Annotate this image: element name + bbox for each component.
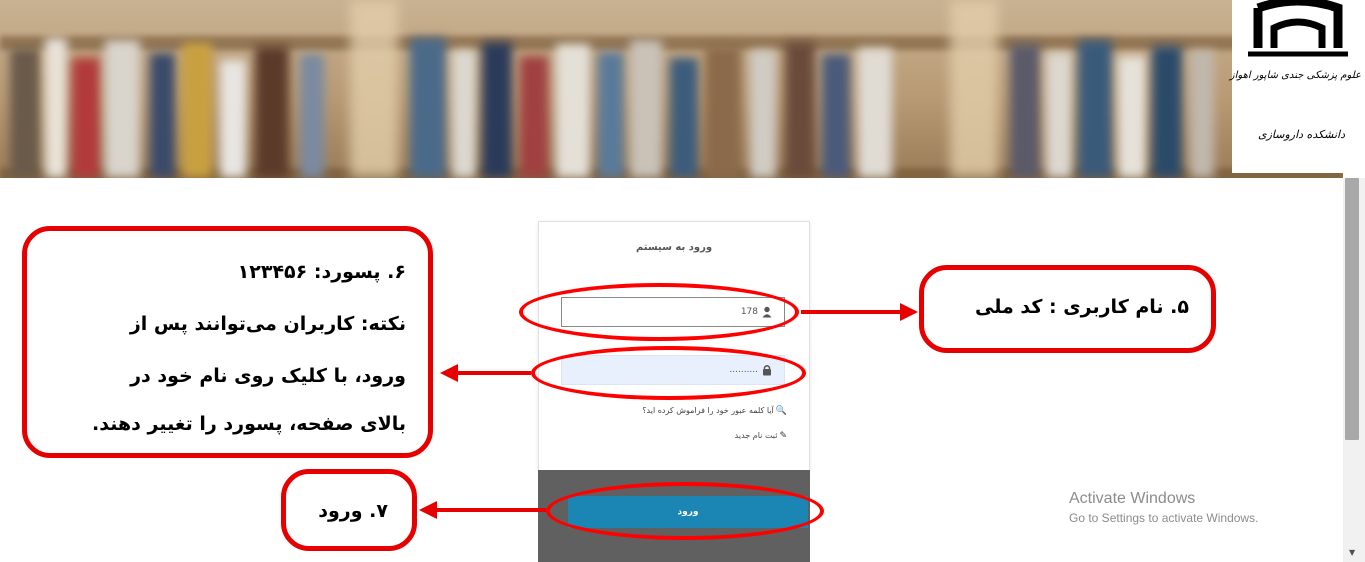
book bbox=[858, 48, 892, 178]
university-logo: علوم پزشکی جندی شاپور اهواز دانشکده دارو… bbox=[1229, 0, 1365, 173]
book bbox=[150, 53, 175, 178]
building-emblem-icon bbox=[1248, 0, 1348, 57]
activate-windows-watermark: Activate Windows Go to Settings to activ… bbox=[1069, 490, 1258, 525]
book bbox=[822, 54, 850, 178]
book bbox=[1078, 40, 1112, 178]
book bbox=[750, 50, 776, 178]
book bbox=[520, 56, 548, 178]
book bbox=[45, 38, 67, 178]
book bbox=[556, 44, 590, 178]
key-search-icon: 🔍 bbox=[775, 406, 787, 416]
book bbox=[255, 46, 289, 178]
login-title: ورود به سیستم bbox=[635, 242, 713, 253]
scroll-down-arrow-icon[interactable]: ▼ bbox=[1349, 548, 1355, 557]
book bbox=[1152, 46, 1182, 178]
book bbox=[220, 60, 246, 178]
logo-faculty-name: دانشکده داروسازی bbox=[1257, 128, 1345, 141]
password-highlight-ellipse bbox=[531, 346, 806, 400]
book bbox=[630, 40, 662, 178]
book bbox=[785, 42, 815, 178]
password-note-line: ۶. پسورد: ۱۲۳۴۵۶ bbox=[237, 261, 406, 283]
book bbox=[1010, 44, 1040, 178]
book bbox=[705, 46, 741, 178]
username-highlight-ellipse bbox=[519, 283, 799, 341]
activate-windows-title: Activate Windows bbox=[1069, 490, 1196, 507]
login-callout: ۷. ورود bbox=[281, 469, 417, 551]
book bbox=[598, 52, 624, 178]
book bbox=[1118, 56, 1146, 178]
password-note-line: نکته: کاربران می‌توانند پس از bbox=[129, 313, 406, 335]
book bbox=[452, 50, 476, 178]
book bbox=[10, 48, 40, 178]
forgot-password-label: آیا کلمه عبور خود را فراموش کرده اید؟ bbox=[642, 406, 774, 415]
forgot-password-link[interactable]: 🔍آیا کلمه عبور خود را فراموش کرده اید؟ bbox=[642, 406, 787, 416]
bookshelf-post bbox=[350, 0, 398, 178]
book bbox=[1190, 50, 1214, 178]
book bbox=[482, 42, 512, 178]
arrow-head-login bbox=[419, 501, 437, 519]
book bbox=[105, 40, 140, 178]
username-callout: ۵. نام کاربری : کد ملی bbox=[919, 265, 1216, 353]
signup-label: ثبت نام جدید bbox=[734, 431, 778, 440]
book bbox=[182, 43, 212, 178]
signup-link[interactable]: ✎ثبت نام جدید bbox=[735, 431, 787, 441]
username-note: ۵. نام کاربری : کد ملی bbox=[975, 296, 1189, 318]
scrollbar-thumb[interactable] bbox=[1345, 178, 1359, 440]
arrow-head-password bbox=[440, 364, 458, 382]
logo-university-name: علوم پزشکی جندی شاپور اهواز bbox=[1229, 70, 1361, 81]
book bbox=[72, 58, 100, 178]
password-note-line: بالای صفحه، پسورد را تغییر دهند. bbox=[92, 413, 406, 435]
book bbox=[410, 38, 446, 178]
book bbox=[670, 58, 698, 178]
login-note: ۷. ورود bbox=[318, 500, 388, 522]
password-note-line: ورود، با کلیک روی نام خود در bbox=[130, 365, 406, 387]
book bbox=[1046, 52, 1072, 178]
arrow-head-username bbox=[900, 303, 918, 321]
activate-windows-subtitle: Go to Settings to activate Windows. bbox=[1069, 511, 1259, 525]
password-callout: ۶. پسورد: ۱۲۳۴۵۶ نکته: کاربران می‌توانند… bbox=[22, 226, 433, 458]
edit-icon: ✎ bbox=[779, 431, 787, 441]
login-button-highlight-ellipse bbox=[546, 482, 824, 540]
book bbox=[300, 54, 324, 178]
bookshelf-post bbox=[950, 0, 998, 178]
header-banner bbox=[0, 0, 1343, 178]
